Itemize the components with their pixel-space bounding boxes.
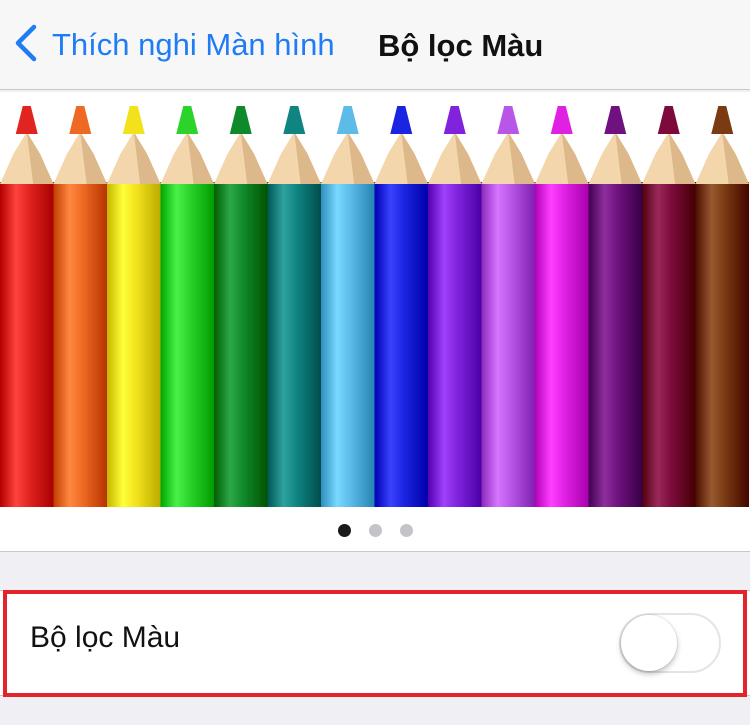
pencil [160,106,214,507]
pencil [481,106,535,507]
page-dot[interactable] [399,523,413,537]
colored-pencils-image [0,106,749,507]
page-dot[interactable] [368,523,382,537]
pencil [53,106,107,507]
page-title: Bộ lọc Màu [378,28,544,63]
back-button[interactable]: Thích nghi Màn hình [12,22,335,68]
pencil [267,106,321,507]
color-filter-preview[interactable] [0,92,750,552]
back-button-label: Thích nghi Màn hình [52,27,335,62]
page-indicator[interactable] [0,520,750,540]
navigation-bar: Thích nghi Màn hình Bộ lọc Màu [0,0,750,90]
pencil [695,106,749,507]
pencil [214,106,268,507]
toggle-knob [621,615,677,671]
pencil [642,106,696,507]
pencil [374,106,428,507]
color-filters-label: Bộ lọc Màu [30,621,181,654]
pencil [107,106,161,507]
pencil [535,106,589,507]
pencil [0,106,54,507]
chevron-left-icon [12,23,42,68]
color-filters-row: Bộ lọc Màu [0,590,750,696]
page-dot[interactable] [337,523,351,537]
pencil [428,106,482,507]
pencil [321,106,375,507]
pencil [588,106,642,507]
color-filters-toggle[interactable] [619,613,721,673]
